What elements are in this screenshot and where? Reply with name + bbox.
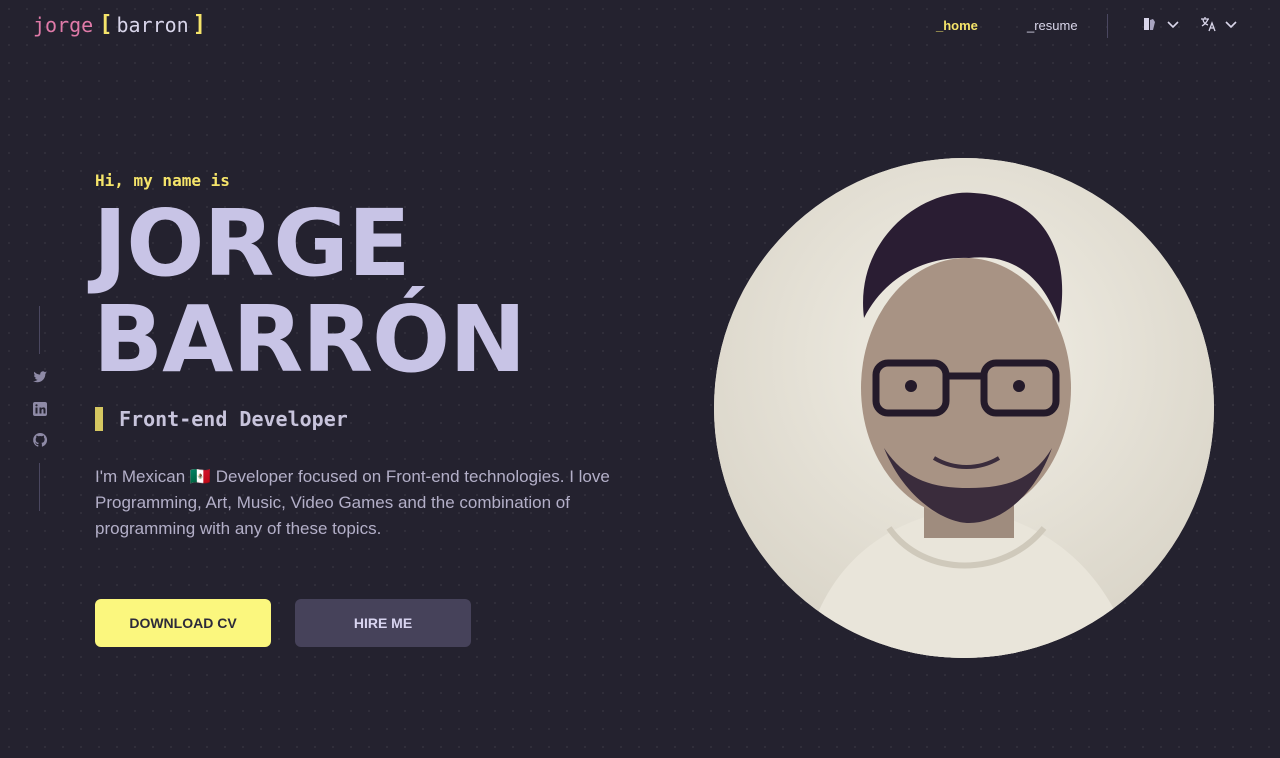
nav-home-link[interactable]: _home [936,18,978,33]
hero-name-line-1: JORGE [93,190,411,297]
profile-photo [714,158,1214,658]
github-icon[interactable] [32,432,48,448]
hero-description: I'm Mexican 🇲🇽 Developer focused on Fron… [95,467,610,538]
chevron-down-icon [1225,21,1237,29]
role-text: Front-end Developer [119,407,348,431]
translate-icon [1201,17,1216,32]
twitter-icon[interactable] [32,369,48,385]
hero-greeting: Hi, my name is [95,171,230,190]
hire-me-button[interactable]: HIRE ME [295,599,471,647]
role-accent-bar [95,407,103,431]
top-navbar: jorge [ barron ] _home _resume [0,0,1280,52]
linkedin-icon[interactable] [32,401,48,417]
theme-icon [1144,18,1155,30]
logo-open-bracket: [ [99,12,113,37]
download-cv-button[interactable]: DOWNLOAD CV [95,599,271,647]
hero-name-line-2: BARRÓN [93,286,526,393]
nav-divider [1107,14,1108,38]
logo-last-name: barron [116,12,189,37]
logo-first-name: jorge [33,12,94,37]
site-logo[interactable]: jorge [ barron ] [33,12,206,37]
sidebar-line-top [39,306,40,354]
hero-role: Front-end Developer [95,406,348,432]
sidebar-line-bottom [39,463,40,511]
logo-close-bracket: ] [192,12,206,37]
language-dropdown[interactable] [1200,16,1238,32]
theme-dropdown[interactable] [1142,16,1180,32]
chevron-down-icon [1167,21,1179,29]
hero-name: JORGE BARRÓN [93,190,526,393]
portrait-illustration [714,158,1214,658]
nav-resume-link[interactable]: _resume [1027,18,1078,33]
